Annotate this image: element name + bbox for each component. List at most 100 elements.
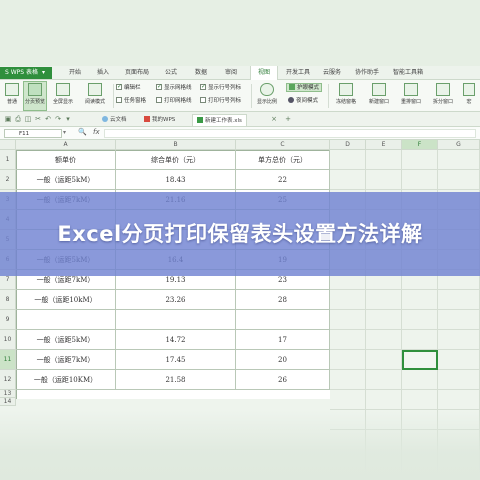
table-cell[interactable]: 一般（运距5kM）	[16, 170, 116, 190]
split-window-icon	[436, 83, 450, 96]
table-cell[interactable]: 22	[236, 170, 330, 190]
ribbon-divider	[328, 84, 329, 108]
column-header[interactable]: C	[236, 140, 330, 150]
table-header-cell[interactable]: 额单价	[16, 150, 116, 170]
new-window-label: 新建窗口	[368, 99, 389, 105]
night-mode-button[interactable]: 夜间模式	[288, 96, 319, 106]
row-header[interactable]: 13	[0, 390, 16, 398]
full-screen-button[interactable]: 全屏显示	[52, 82, 74, 110]
tab-cloud-service[interactable]: 云服务	[318, 66, 346, 80]
grid-line	[330, 329, 480, 330]
rearrange-windows-button[interactable]: 重排窗口	[396, 82, 426, 110]
new-window-button[interactable]: 新建窗口	[364, 82, 394, 110]
table-cell[interactable]	[116, 310, 236, 330]
table-cell[interactable]: 26	[236, 370, 330, 390]
row-header[interactable]: 12	[0, 370, 16, 390]
row-header[interactable]: 8	[0, 290, 16, 310]
column-header[interactable]: A	[16, 140, 116, 150]
table-cell[interactable]: 17.45	[116, 350, 236, 370]
grid-line	[330, 189, 480, 190]
print-icon[interactable]: ⎙	[14, 115, 22, 123]
table-cell[interactable]: 17	[236, 330, 330, 350]
row-header[interactable]: 1	[0, 150, 16, 170]
edit-bar-checkbox[interactable]: 编辑栏	[116, 82, 141, 93]
tab-developer[interactable]: 开发工具	[282, 66, 314, 80]
select-all-corner[interactable]	[0, 140, 16, 150]
table-cell[interactable]: 一般（运距5kM）	[16, 330, 116, 350]
cut-icon[interactable]: ✂	[34, 115, 42, 123]
column-header[interactable]: G	[438, 140, 480, 150]
tab-insert[interactable]: 插入	[90, 66, 116, 80]
night-mode-label: 夜间模式	[296, 98, 319, 104]
page-break-icon	[28, 83, 42, 96]
tab-formulas[interactable]: 公式	[158, 66, 184, 80]
row-header[interactable]: 9	[0, 310, 16, 330]
add-tab-icon[interactable]: +	[284, 115, 292, 123]
tab-smart-toolbox[interactable]: 智能工具箱	[388, 66, 428, 80]
task-pane-label: 任务窗格	[124, 98, 147, 104]
column-header[interactable]: E	[366, 140, 402, 150]
eye-protection-button[interactable]: 护眼模式	[286, 83, 323, 92]
row-header[interactable]: 10	[0, 330, 16, 350]
row-header[interactable]: 11	[0, 350, 16, 370]
column-header[interactable]: D	[330, 140, 366, 150]
row-header[interactable]: 2	[0, 170, 16, 190]
chevron-down-icon[interactable]: ▾	[64, 115, 72, 123]
lower-fade-overlay	[0, 410, 480, 480]
chevron-down-icon[interactable]: ▾	[63, 129, 66, 136]
show-ratio-button[interactable]: 显示比例	[254, 82, 280, 110]
redo-icon[interactable]: ↷	[54, 115, 62, 123]
macro-button[interactable]: 宏	[460, 82, 478, 110]
table-cell[interactable]	[16, 310, 116, 330]
freeze-panes-button[interactable]: 冻结窗格	[331, 82, 361, 110]
table-cell[interactable]	[236, 310, 330, 330]
task-pane-checkbox[interactable]: 任务窗格	[116, 96, 147, 106]
print-gridlines-checkbox[interactable]: 打印网格线	[156, 96, 192, 106]
row-header[interactable]: 14	[0, 398, 16, 406]
show-gridlines-checkbox[interactable]: 显示网格线	[156, 82, 192, 93]
table-cell[interactable]: 28	[236, 290, 330, 310]
grid-line	[330, 169, 480, 170]
table-cell[interactable]: 一般（运距7kM）	[16, 350, 116, 370]
rearrange-windows-icon	[404, 83, 418, 96]
name-box[interactable]: F11	[4, 129, 62, 138]
tab-data[interactable]: 数据	[188, 66, 214, 80]
table-cell[interactable]: 14.72	[116, 330, 236, 350]
print-row-col-headers-checkbox[interactable]: 打印行号列标	[200, 96, 241, 106]
tab-my-wps[interactable]: 我的WPS	[140, 114, 179, 126]
app-menu-button[interactable]: S WPS 表格 ▾	[0, 67, 52, 79]
tab-cloud-docs[interactable]: 云文档	[98, 114, 131, 126]
table-header-cell[interactable]: 综合单价（元）	[116, 150, 236, 170]
table-cell[interactable]: 一般（运距10kM）	[16, 290, 116, 310]
tab-page-layout[interactable]: 页面布局	[120, 66, 154, 80]
selected-cell[interactable]	[402, 350, 438, 370]
table-cell[interactable]: 18.43	[116, 170, 236, 190]
fx-icon[interactable]: fx	[93, 128, 100, 136]
column-header[interactable]: B	[116, 140, 236, 150]
close-tab-icon[interactable]: ×	[270, 115, 278, 123]
worksheet-grid[interactable]: ABCDEFG1234567891011121314额单价综合单价（元）单方总价…	[0, 140, 480, 480]
tab-review[interactable]: 审阅	[218, 66, 244, 80]
undo-icon[interactable]: ↶	[44, 115, 52, 123]
show-gridlines-label: 显示网格线	[164, 85, 192, 91]
table-header-cell[interactable]: 单方总价（元）	[236, 150, 330, 170]
tab-view[interactable]: 视图	[250, 66, 278, 80]
reading-mode-button[interactable]: 阅读模式	[80, 82, 110, 110]
formula-input[interactable]	[104, 129, 476, 138]
tab-home[interactable]: 开始	[62, 66, 88, 80]
table-cell[interactable]: 20	[236, 350, 330, 370]
column-header[interactable]: F	[402, 140, 438, 150]
zoom-icon[interactable]: 🔍	[78, 128, 87, 136]
normal-view-button[interactable]: 普通	[1, 82, 23, 110]
preview-icon[interactable]: ◫	[24, 115, 32, 123]
table-cell[interactable]: 一般（运距10KM）	[16, 370, 116, 390]
save-icon[interactable]: ▣	[4, 115, 12, 123]
table-cell[interactable]: 21.58	[116, 370, 236, 390]
show-row-col-headers-checkbox[interactable]: 显示行号列标	[200, 82, 241, 93]
tab-collab-assistant[interactable]: 协作助手	[350, 66, 384, 80]
checkbox-checked-icon	[116, 82, 122, 91]
split-window-button[interactable]: 拆分窗口	[428, 82, 458, 110]
tab-new-worksheet[interactable]: 新建工作表.xls	[192, 114, 247, 126]
table-cell[interactable]: 23.26	[116, 290, 236, 310]
page-break-preview-button[interactable]: 分页预览	[23, 81, 47, 111]
